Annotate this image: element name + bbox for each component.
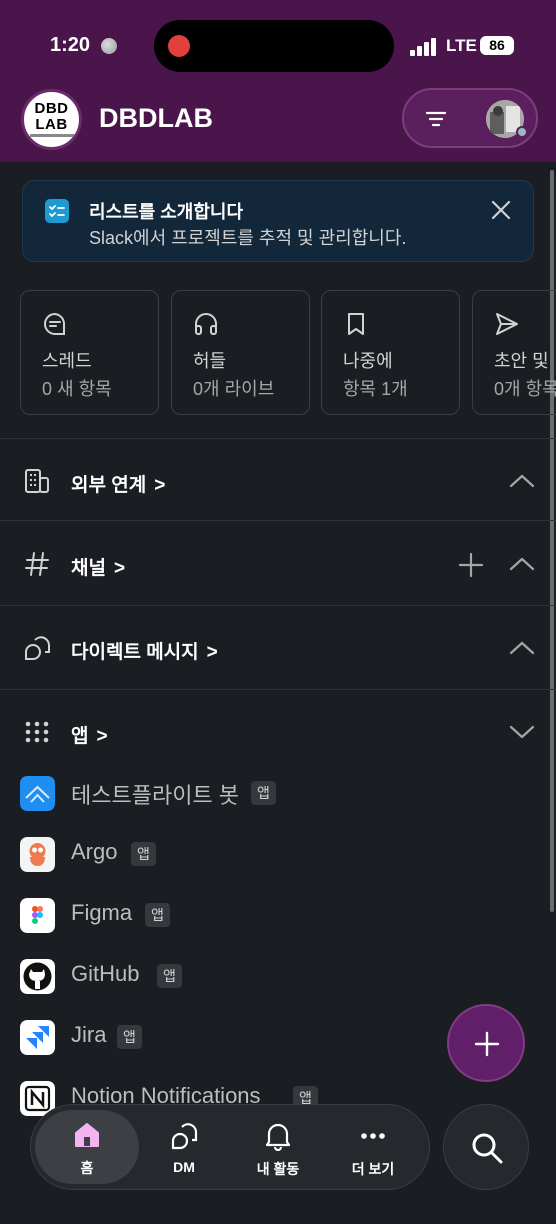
list-checklist-icon — [45, 199, 69, 223]
app-name: 테스트플라이트 봇 — [71, 783, 240, 808]
figma-icon — [20, 898, 55, 933]
section-title: 외부 연계 > — [71, 475, 166, 496]
app-badge: 앱 — [157, 964, 182, 988]
bookmark-icon — [348, 313, 364, 335]
card-title: 나중에 — [343, 351, 393, 371]
chevron-up-icon[interactable] — [508, 552, 536, 576]
quick-access-cards: 스레드 0 새 항목 허들 0개 라이브 나중에 항목 1개 초안 및 0개 항… — [20, 290, 556, 416]
card-title: 스레드 — [42, 351, 92, 371]
tab-label: 더 보기 — [351, 1161, 395, 1177]
chevron-right-icon: > — [154, 475, 166, 496]
compose-button[interactable] — [447, 1004, 525, 1082]
list-item-app-figma[interactable]: Figma 앱 — [0, 888, 556, 944]
status-bar: 1:20 LTE 86 — [0, 0, 556, 90]
testflight-icon — [20, 776, 55, 811]
chevron-right-icon: > — [113, 558, 126, 579]
presence-status-icon — [516, 126, 528, 138]
app-badge: 앱 — [117, 1025, 142, 1049]
recording-dot-icon — [168, 35, 190, 57]
tab-label: 내 활동 — [256, 1161, 300, 1177]
battery-icon: 86 — [480, 36, 514, 55]
network-label: LTE — [446, 36, 477, 55]
dm-icon — [171, 1123, 198, 1150]
app-name: Argo — [71, 839, 118, 864]
app-name: Jira — [71, 1022, 107, 1047]
tab-label: 홈 — [80, 1160, 94, 1176]
card-subtitle: 항목 1개 — [343, 379, 408, 399]
workspace-name[interactable]: DBDLAB — [99, 103, 213, 134]
more-icon — [361, 1133, 385, 1139]
close-icon[interactable] — [489, 198, 513, 222]
search-button[interactable] — [443, 1104, 529, 1190]
status-time: 1:20 — [50, 34, 91, 56]
building-icon — [25, 469, 49, 493]
card-huddles[interactable]: 허들 0개 라이브 — [171, 290, 310, 415]
workspace-logo-line1: DBD — [34, 100, 69, 117]
home-icon — [75, 1123, 99, 1147]
top-bar: 1:20 LTE 86 DBD LAB DBDLAB — [0, 0, 556, 162]
grid-dots-icon — [25, 721, 49, 743]
chevron-down-icon[interactable] — [508, 720, 536, 744]
add-channel-icon[interactable] — [458, 552, 484, 578]
section-apps[interactable]: 앱 > — [0, 702, 556, 762]
list-item-app-testflight[interactable]: 테스트플라이트 봇 앱 — [0, 766, 556, 822]
dynamic-island — [154, 20, 394, 72]
card-subtitle: 0개 라이브 — [193, 379, 275, 399]
app-name: Figma — [71, 900, 133, 925]
moon-icon — [101, 38, 117, 54]
section-channels[interactable]: 채널 > — [0, 534, 556, 594]
header-controls — [402, 88, 538, 148]
bell-icon — [265, 1123, 291, 1151]
banner-subtitle: Slack에서 프로젝트를 추적 및 관리합니다. — [89, 228, 407, 248]
app-name: GitHub — [71, 961, 140, 986]
divider — [0, 605, 556, 606]
lists-intro-banner[interactable]: 리스트를 소개합니다 Slack에서 프로젝트를 추적 및 관리합니다. — [22, 180, 534, 262]
tab-activity[interactable]: 내 활동 — [233, 1105, 323, 1191]
chevron-right-icon: > — [206, 642, 218, 663]
card-subtitle: 0개 항목 — [494, 379, 556, 399]
card-title: 허들 — [193, 351, 227, 371]
headphones-icon — [195, 313, 217, 335]
section-external-connections[interactable]: 외부 연계 > — [0, 451, 556, 511]
hash-icon — [25, 552, 49, 576]
tab-more[interactable]: 더 보기 — [328, 1105, 418, 1191]
plus-icon — [474, 1031, 500, 1057]
card-later[interactable]: 나중에 항목 1개 — [321, 290, 460, 415]
banner-title: 리스트를 소개합니다 — [89, 202, 244, 222]
app-badge: 앱 — [251, 781, 276, 805]
chevron-up-icon[interactable] — [508, 636, 536, 660]
chevron-up-icon[interactable] — [508, 469, 536, 493]
filter-icon[interactable] — [424, 109, 448, 129]
section-direct-messages[interactable]: 다이렉트 메시지 > — [0, 618, 556, 678]
github-icon — [20, 959, 55, 994]
chevron-right-icon: > — [96, 726, 108, 747]
card-subtitle: 0 새 항목 — [42, 379, 112, 399]
argo-icon — [20, 837, 55, 872]
tab-home[interactable]: 홈 — [35, 1110, 139, 1184]
thread-icon — [44, 312, 66, 335]
card-title: 초안 및 — [494, 351, 549, 371]
section-title: 다이렉트 메시지 > — [71, 642, 218, 663]
workspace-logo[interactable]: DBD LAB — [21, 89, 82, 150]
app-badge: 앱 — [145, 903, 170, 927]
list-item-app-github[interactable]: GitHub 앱 — [0, 949, 556, 1005]
divider — [0, 438, 556, 439]
tab-dm[interactable]: DM — [139, 1105, 229, 1191]
signal-icon — [410, 38, 440, 56]
jira-icon — [20, 1020, 55, 1055]
section-title: 앱 > — [71, 726, 108, 747]
card-drafts[interactable]: 초안 및 0개 항목 — [472, 290, 556, 415]
app-badge: 앱 — [131, 842, 156, 866]
divider — [0, 520, 556, 521]
card-threads[interactable]: 스레드 0 새 항목 — [20, 290, 159, 415]
dm-bubbles-icon — [25, 636, 50, 660]
send-icon — [496, 313, 518, 335]
list-item-app-argo[interactable]: Argo 앱 — [0, 827, 556, 883]
workspace-logo-line2: LAB — [35, 116, 68, 133]
bottom-tab-bar: 홈 DM 내 활동 더 보기 — [30, 1104, 430, 1190]
search-icon — [472, 1133, 503, 1164]
tab-label: DM — [173, 1159, 195, 1175]
divider — [0, 689, 556, 690]
section-title: 채널 > — [71, 558, 126, 579]
